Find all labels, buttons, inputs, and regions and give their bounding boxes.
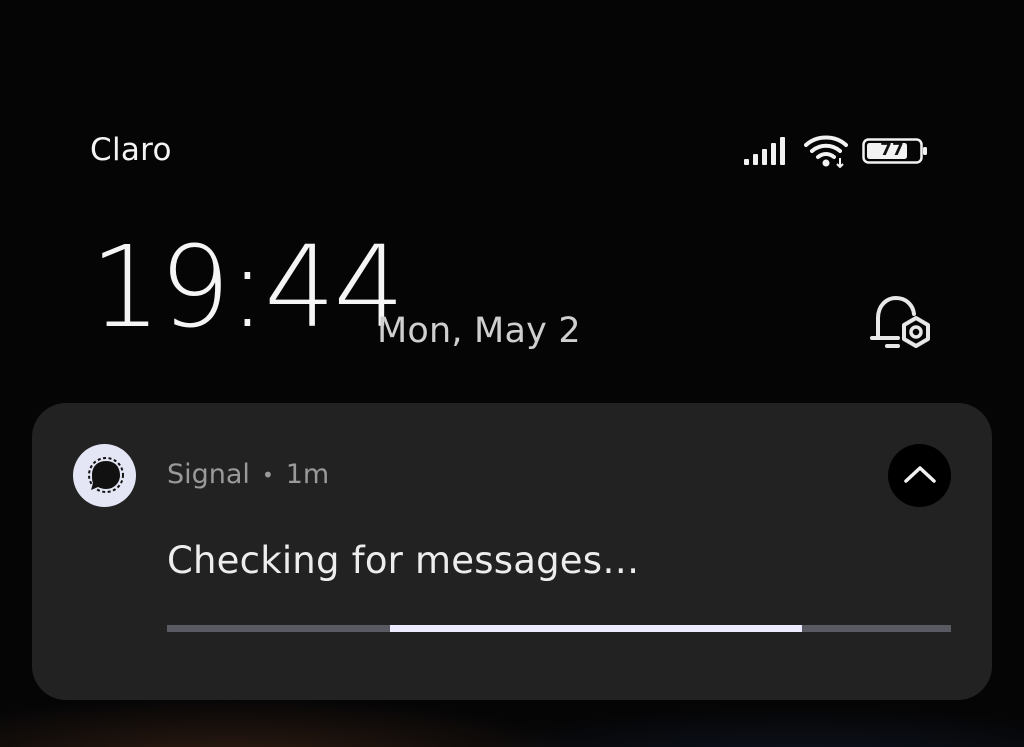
battery-icon: 77	[862, 137, 928, 165]
lockscreen-clock: 19:44	[90, 223, 405, 353]
header-separator: •	[261, 462, 274, 487]
collapse-button[interactable]	[888, 444, 951, 507]
lock-screen: Claro 77 19:44 Mon, May 2 Signal • 1m Ch…	[0, 0, 1024, 747]
notification-age: 1m	[285, 459, 330, 490]
battery-level: 77	[880, 140, 904, 160]
notification-card[interactable]: Signal • 1m Checking for messages…	[32, 403, 992, 700]
wifi-icon	[804, 134, 848, 168]
notification-app-name: Signal	[167, 459, 250, 490]
progress-indicator	[390, 625, 803, 632]
chevron-up-icon	[903, 464, 937, 488]
notification-header: Signal • 1m	[167, 459, 329, 490]
signal-icon	[744, 137, 790, 165]
progress-bar	[167, 625, 951, 632]
carrier-name: Claro	[90, 132, 172, 168]
bell-settings-icon[interactable]	[868, 294, 936, 356]
lockscreen-date: Mon, May 2	[377, 311, 581, 351]
signal-bubble-icon	[73, 444, 136, 507]
status-icons: 77	[744, 133, 928, 169]
notification-title: Checking for messages…	[167, 539, 640, 582]
